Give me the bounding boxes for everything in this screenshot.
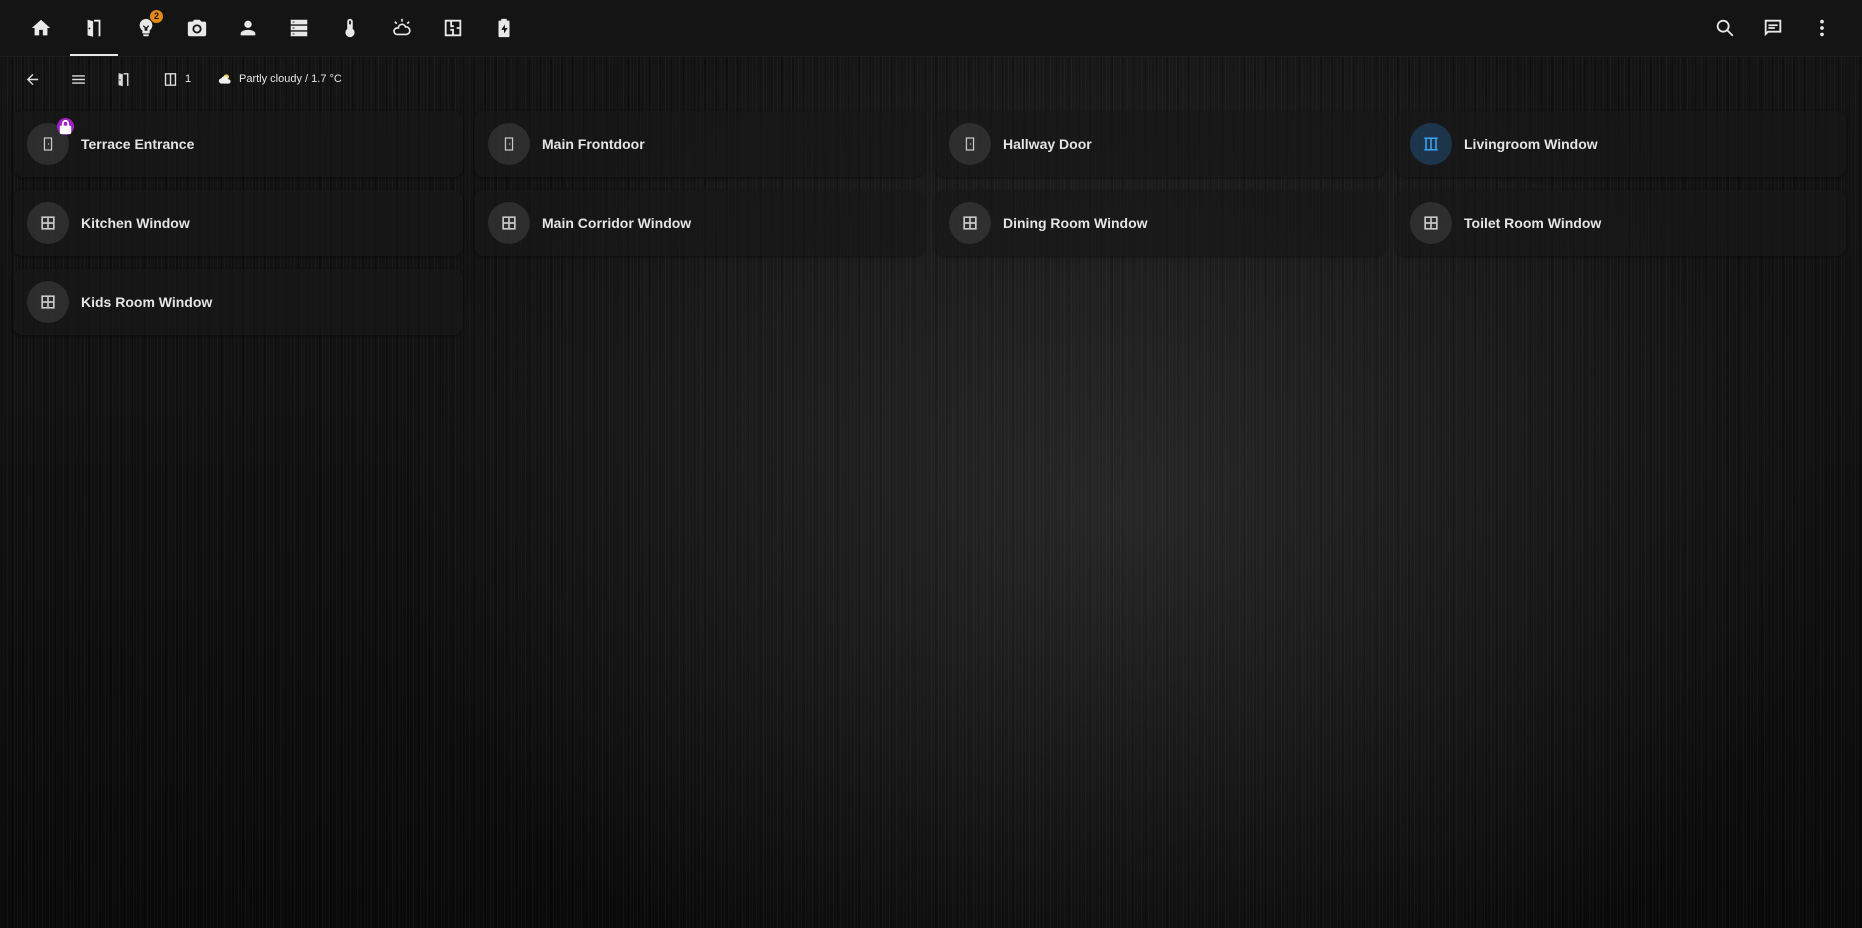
- door-icon[interactable]: [78, 12, 110, 44]
- entity-label: Main Corridor Window: [542, 215, 692, 231]
- top-app-bar: 2: [0, 0, 1862, 57]
- entity-card-main-corridor-window[interactable]: Main Corridor Window: [474, 190, 924, 256]
- arrow-left-icon: [26, 73, 39, 85]
- entity-icon-container: [949, 123, 991, 165]
- entity-icon-container: [27, 118, 74, 165]
- windows-open-chip[interactable]: 1: [162, 66, 191, 92]
- entity-card-main-frontdoor[interactable]: Main Frontdoor: [474, 111, 924, 177]
- entity-card-kitchen-window[interactable]: Kitchen Window: [13, 190, 463, 256]
- window-closed-icon: [41, 295, 55, 309]
- dashboard-root: 2 1 Partly cloudy / 1.7 °C Terrace Entra…: [0, 0, 1862, 928]
- chat-icon[interactable]: [1757, 12, 1789, 44]
- camera-icon[interactable]: [181, 12, 213, 44]
- entity-card-toilet-room-window[interactable]: Toilet Room Window: [1396, 190, 1846, 256]
- window-count: 1: [185, 73, 192, 85]
- notification-badge: 2: [150, 10, 163, 23]
- entity-label: Kitchen Window: [81, 215, 190, 231]
- doors-filter-button[interactable]: [115, 66, 132, 92]
- menu-button[interactable]: [70, 66, 87, 92]
- entity-card-dining-room-window[interactable]: Dining Room Window: [935, 190, 1385, 256]
- weather-icon[interactable]: [386, 12, 418, 44]
- entity-icon-container: [488, 123, 530, 165]
- entity-label: Terrace Entrance: [81, 136, 195, 152]
- partly-cloudy-icon: [218, 74, 231, 84]
- window-open-icon: [1424, 137, 1438, 151]
- lock-badge: [57, 118, 74, 135]
- active-tab-indicator: [70, 54, 118, 56]
- door-icon: [118, 72, 129, 86]
- window-icon: [164, 72, 177, 86]
- entity-icon-container: [949, 202, 991, 244]
- window-closed-icon: [1424, 216, 1438, 230]
- entity-card-livingroom-window[interactable]: Livingroom Window: [1396, 111, 1846, 177]
- window-closed-icon: [41, 216, 55, 230]
- weather-chip[interactable]: Partly cloudy / 1.7 °C: [217, 66, 342, 92]
- lock-icon: [59, 119, 72, 134]
- door-closed-icon: [965, 137, 975, 151]
- entity-label: Main Frontdoor: [542, 136, 645, 152]
- sub-header: 1 Partly cloudy / 1.7 °C: [0, 60, 1862, 96]
- menu-icon: [72, 74, 85, 84]
- search-icon[interactable]: [1709, 12, 1741, 44]
- entity-icon-container: [27, 202, 69, 244]
- thermometer-icon[interactable]: [334, 12, 366, 44]
- server-icon[interactable]: [283, 12, 315, 44]
- battery-charging-icon[interactable]: [488, 12, 520, 44]
- entity-label: Toilet Room Window: [1464, 215, 1602, 231]
- person-icon[interactable]: [232, 12, 264, 44]
- entity-icon-container: [1410, 202, 1452, 244]
- door-closed-icon: [504, 137, 514, 151]
- entity-label: Dining Room Window: [1003, 215, 1148, 231]
- entity-label: Hallway Door: [1003, 136, 1092, 152]
- floorplan-icon[interactable]: [437, 12, 469, 44]
- window-closed-icon: [963, 216, 977, 230]
- entity-card-terrace-entrance[interactable]: Terrace Entrance: [13, 111, 463, 177]
- entity-label: Livingroom Window: [1464, 136, 1598, 152]
- entity-card-kids-room-window[interactable]: Kids Room Window: [13, 269, 463, 335]
- entity-card-hallway-door[interactable]: Hallway Door: [935, 111, 1385, 177]
- entity-icon-container: [1410, 123, 1452, 165]
- entity-label: Kids Room Window: [81, 294, 213, 310]
- more-vert-icon[interactable]: [1806, 12, 1838, 44]
- back-button[interactable]: [24, 66, 41, 92]
- home-icon[interactable]: [25, 12, 57, 44]
- door-closed-icon: [43, 137, 53, 151]
- weather-text: Partly cloudy / 1.7 °C: [239, 73, 342, 85]
- window-closed-icon: [502, 216, 516, 230]
- entity-icon-container: [27, 281, 69, 323]
- lightbulb-icon[interactable]: 2: [130, 10, 163, 44]
- entity-icon-container: [488, 202, 530, 244]
